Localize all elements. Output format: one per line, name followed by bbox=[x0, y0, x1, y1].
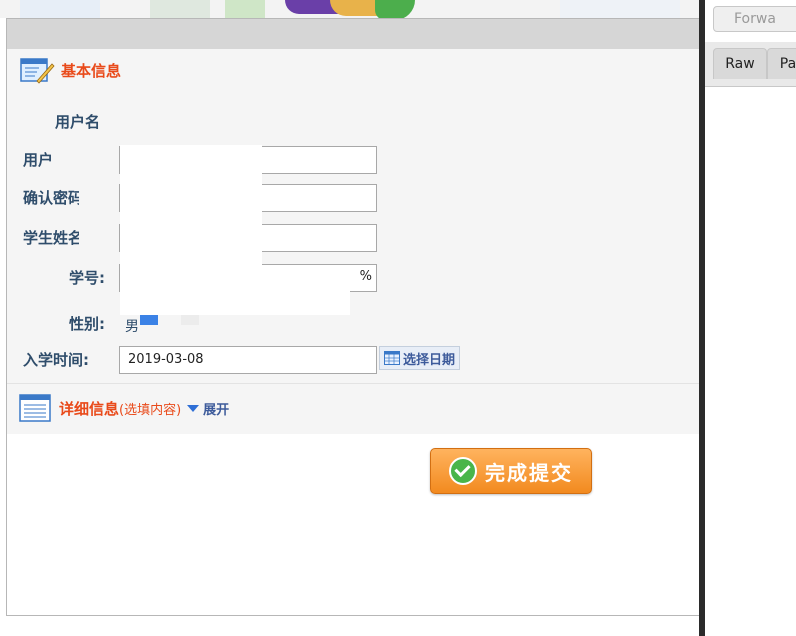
password-label: 用户 bbox=[23, 151, 54, 169]
list-icon bbox=[19, 394, 53, 422]
basic-info-section: 基本信息 用户名 用户 确认密码 学生姓名 学号: % 性别: 男 入学时间: … bbox=[7, 49, 700, 383]
gender-label: 性别: bbox=[69, 315, 105, 333]
confirm-password-label: 确认密码 bbox=[23, 189, 84, 207]
tab-raw[interactable]: Raw bbox=[713, 48, 767, 79]
forward-button[interactable]: Forwa bbox=[713, 6, 796, 32]
detail-info-note: (选填内容) bbox=[119, 402, 182, 418]
username-row: 用户名 bbox=[7, 105, 687, 135]
background-thumbnail bbox=[150, 0, 210, 18]
redaction-block bbox=[120, 275, 350, 315]
student-id-label: 学号: bbox=[69, 269, 105, 287]
date-picker-button[interactable]: 选择日期 bbox=[379, 346, 461, 370]
caret-down-icon bbox=[187, 404, 200, 412]
enrollment-date-value: 2019-03-08 bbox=[128, 352, 204, 367]
dialog-titlebar[interactable] bbox=[7, 19, 700, 49]
date-picker-label: 选择日期 bbox=[403, 352, 456, 368]
redaction-block bbox=[120, 145, 262, 275]
enrollment-date-field[interactable]: 2019-03-08 bbox=[119, 346, 377, 374]
devtools-tabbar: Raw Pa bbox=[705, 42, 796, 87]
background-page bbox=[0, 0, 700, 18]
redaction-block bbox=[79, 139, 119, 259]
registration-dialog: 基本信息 用户名 用户 确认密码 学生姓名 学号: % 性别: 男 入学时间: … bbox=[6, 18, 701, 616]
check-circle-icon bbox=[449, 457, 477, 485]
expand-toggle[interactable]: 展开 bbox=[187, 399, 229, 418]
tab-params[interactable]: Pa bbox=[767, 48, 796, 79]
edit-form-icon bbox=[19, 55, 55, 85]
devtools-pane: Forwa Raw Pa bbox=[705, 0, 796, 636]
basic-info-title: 基本信息 bbox=[61, 61, 122, 80]
background-thumbnail bbox=[225, 0, 265, 18]
background-map bbox=[375, 0, 415, 18]
student-id-value: % bbox=[359, 269, 372, 284]
username-label: 用户名 bbox=[55, 113, 101, 131]
detail-info-title: 详细信息 bbox=[59, 399, 120, 418]
gender-male-option[interactable]: 男 bbox=[125, 316, 139, 336]
basic-info-header: 基本信息 bbox=[19, 55, 121, 85]
student-name-label: 学生姓名 bbox=[23, 229, 84, 247]
calendar-icon bbox=[384, 351, 400, 365]
submit-button[interactable]: 完成提交 bbox=[430, 448, 592, 494]
submit-label: 完成提交 bbox=[485, 460, 573, 485]
detail-info-section: 详细信息 (选填内容) 展开 bbox=[7, 383, 700, 434]
expand-label: 展开 bbox=[203, 402, 230, 418]
enrollment-date-label: 入学时间: bbox=[23, 351, 89, 369]
detail-info-header: 详细信息 (选填内容) 展开 bbox=[19, 394, 229, 422]
background-thumbnail bbox=[560, 0, 680, 18]
background-thumbnail bbox=[20, 0, 100, 18]
enrollment-date-row: 入学时间: 2019-03-08 选择日期 bbox=[7, 343, 687, 374]
